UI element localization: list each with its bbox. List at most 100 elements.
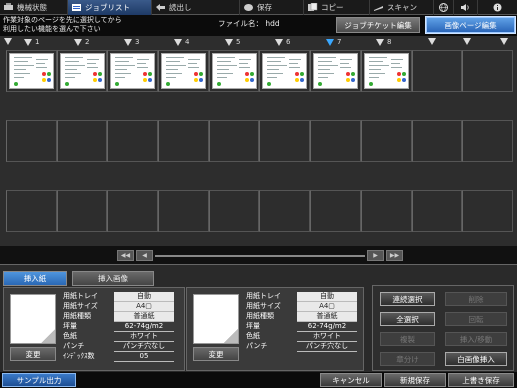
- property-value: 普通紙: [114, 311, 174, 322]
- select-all-button[interactable]: 全選択: [380, 312, 435, 326]
- page-slot[interactable]: [6, 120, 57, 162]
- chapter-button[interactable]: 章分け: [380, 352, 435, 366]
- job-ticket-edit-button[interactable]: ジョブチケット編集: [336, 17, 420, 33]
- duplicate-button[interactable]: 複製: [380, 332, 435, 346]
- page-slot[interactable]: [208, 120, 260, 162]
- page-edit-button[interactable]: 画像ページ編集: [425, 16, 516, 34]
- nav-tab-store[interactable]: 保存: [240, 0, 304, 15]
- page-marker[interactable]: 8: [376, 38, 391, 46]
- insert-point-marker-icon: [376, 38, 384, 46]
- page-slot[interactable]: [360, 120, 412, 162]
- page-number: 7: [337, 38, 342, 46]
- page-slot[interactable]: [6, 190, 57, 232]
- page-slot[interactable]: [310, 120, 361, 162]
- page-marker[interactable]: 2: [74, 38, 89, 46]
- page-slot[interactable]: [6, 50, 57, 92]
- page-thumbnail[interactable]: [211, 53, 257, 89]
- page-slot[interactable]: [107, 120, 159, 162]
- page-slot[interactable]: [462, 190, 513, 232]
- insert-point-marker[interactable]: [428, 38, 436, 45]
- nav-globe-button[interactable]: [434, 0, 454, 15]
- page-slot[interactable]: [462, 120, 513, 162]
- page-slot[interactable]: [310, 190, 361, 232]
- page-slot[interactable]: [360, 190, 412, 232]
- insert-point-marker[interactable]: [4, 38, 12, 45]
- page-slot[interactable]: [411, 50, 463, 92]
- property-row: パンチ パンチ穴なし: [61, 341, 174, 352]
- page-thumbnail[interactable]: [363, 53, 409, 89]
- change-button-left[interactable]: 変更: [10, 347, 56, 361]
- page-slot[interactable]: [411, 120, 463, 162]
- page-thumbnail[interactable]: [262, 53, 308, 89]
- nav-volume-button[interactable]: [454, 0, 478, 15]
- thumbnail-graphic: [401, 72, 406, 76]
- nav-tab-copy[interactable]: コピー: [304, 0, 370, 15]
- page-slot[interactable]: [462, 50, 513, 92]
- insert-point-marker-icon: [225, 38, 233, 46]
- delete-button[interactable]: 削除: [445, 292, 507, 306]
- page-marker[interactable]: 7: [326, 38, 341, 46]
- page-thumbnail[interactable]: [59, 53, 105, 89]
- insert-point-marker[interactable]: [463, 38, 471, 45]
- page-slot[interactable]: [259, 190, 311, 232]
- page-number: 3: [135, 38, 140, 46]
- thumbnail-text-line: [390, 63, 400, 65]
- thumbnail-graphic: [148, 72, 153, 76]
- nav-info-button[interactable]: [478, 0, 517, 15]
- insert-point-marker[interactable]: [500, 38, 508, 45]
- scroll-prev-button[interactable]: ◀: [136, 250, 153, 261]
- thumbnail-graphic: [14, 82, 18, 86]
- page-marker[interactable]: 5: [225, 38, 240, 46]
- scroll-next-button[interactable]: ▶: [367, 250, 384, 261]
- page-slot[interactable]: [208, 190, 260, 232]
- rotate-button[interactable]: 回転: [445, 312, 507, 326]
- page-slot[interactable]: [56, 120, 108, 162]
- thumbnail-text-line: [137, 63, 147, 65]
- nav-tab-recall[interactable]: 読出し: [152, 0, 240, 15]
- page-thumbnail[interactable]: [9, 53, 54, 89]
- scroll-first-button[interactable]: ◀◀: [117, 250, 134, 261]
- page-slot[interactable]: [107, 190, 159, 232]
- property-row: 坪量 62-74g/m2: [61, 321, 174, 332]
- page-slot[interactable]: [310, 50, 361, 92]
- overwrite-save-button[interactable]: 上書き保存: [448, 373, 514, 387]
- property-value: 自動: [297, 292, 357, 302]
- page-slot[interactable]: [259, 120, 311, 162]
- change-button-right[interactable]: 変更: [193, 347, 239, 361]
- page-slot[interactable]: [56, 50, 108, 92]
- page-slot[interactable]: [158, 50, 209, 92]
- thumbnail-graphic: [295, 72, 300, 76]
- page-slot[interactable]: [158, 190, 209, 232]
- thumbnail-text-line: [188, 59, 201, 61]
- sample-output-button[interactable]: サンプル出力: [2, 373, 76, 387]
- page-thumbnail[interactable]: [110, 53, 156, 89]
- page-slot[interactable]: [107, 50, 159, 92]
- scroll-last-button[interactable]: ▶▶: [386, 250, 403, 261]
- white-page-insert-button[interactable]: 白画像挿入: [445, 352, 507, 366]
- page-marker[interactable]: 3: [124, 38, 139, 46]
- page-thumbnail[interactable]: [313, 53, 359, 89]
- tab-insert-paper[interactable]: 挿入紙: [3, 271, 67, 286]
- page-slot[interactable]: [259, 50, 311, 92]
- save-new-button[interactable]: 新規保存: [384, 373, 446, 387]
- continuous-select-button[interactable]: 連続選択: [380, 292, 435, 306]
- page-marker[interactable]: 1: [24, 38, 39, 46]
- insert-move-button[interactable]: 挿入/移動: [445, 332, 507, 346]
- paper-properties-left: 用紙トレイ 自動 用紙サイズ A4▢ 用紙種類 普通紙 坪量 62-74g/m2 色紙 ホワイトパ…: [61, 292, 174, 362]
- nav-tab-job-list[interactable]: ジョブリスト: [68, 0, 152, 15]
- page-slot[interactable]: [56, 190, 108, 232]
- scroll-track[interactable]: [155, 255, 365, 257]
- page-marker[interactable]: 6: [275, 38, 290, 46]
- page-slot[interactable]: [411, 190, 463, 232]
- page-slot[interactable]: [208, 50, 260, 92]
- nav-tab-scan[interactable]: スキャン: [370, 0, 434, 15]
- thumbnail-text-line: [166, 73, 183, 75]
- page-thumbnail[interactable]: [161, 53, 207, 89]
- nav-tab-machine-status[interactable]: 機械状態: [0, 0, 68, 15]
- page-slot[interactable]: [158, 120, 209, 162]
- tab-insert-image[interactable]: 挿入画像: [72, 271, 154, 286]
- cancel-button[interactable]: キャンセル: [320, 373, 382, 387]
- page-slot[interactable]: [360, 50, 412, 92]
- page-marker[interactable]: 4: [174, 38, 189, 46]
- property-row: 用紙トレイ 自動: [61, 292, 174, 302]
